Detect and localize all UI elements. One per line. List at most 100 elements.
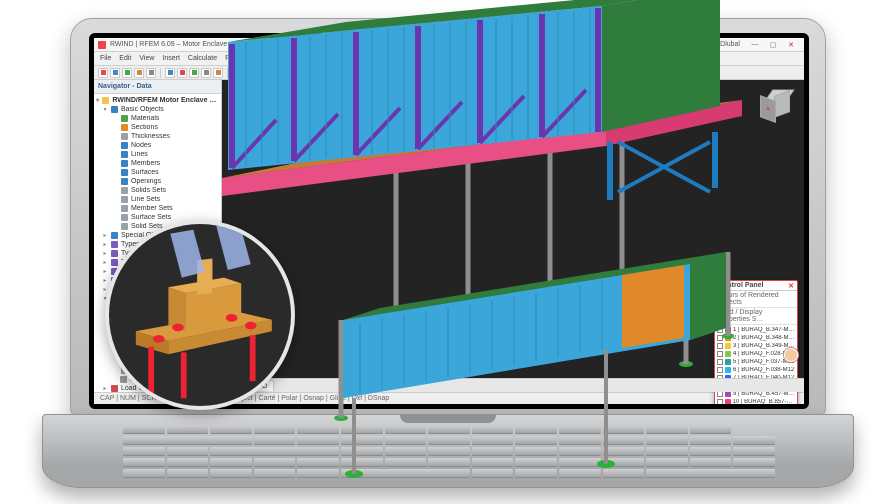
menu-help[interactable]: Help (346, 55, 360, 62)
toolbar-button[interactable] (414, 68, 424, 78)
checkbox-icon[interactable] (717, 351, 723, 357)
minimize-button[interactable]: — (746, 39, 764, 51)
maximize-button[interactable]: ▢ (764, 39, 782, 51)
tree-item[interactable]: ▸Types for Special Objects (96, 285, 219, 294)
toolbar-button[interactable] (244, 68, 254, 78)
toolbar-button[interactable] (299, 68, 309, 78)
color-row[interactable]: 3 | BURAQ_B.349-M12 (717, 342, 795, 350)
checkbox-icon[interactable] (717, 343, 723, 349)
tree-item[interactable]: Solids Sets (96, 186, 219, 195)
toolbar-button[interactable] (335, 68, 345, 78)
toolbar-button[interactable] (347, 68, 357, 78)
twisty-icon[interactable]: ▸ (102, 241, 108, 248)
menu-results[interactable]: Results (225, 55, 248, 62)
twisty-icon[interactable]: ▸ (102, 250, 108, 257)
tree-item[interactable]: ▸Types for Nodes (96, 240, 219, 249)
user-label[interactable]: 👤 Phillip Gensner DE | Dlubal (644, 41, 740, 49)
tree-item[interactable]: Stability Analysis Settings (96, 366, 219, 375)
tree-item[interactable]: ▸Load Wizards (96, 384, 219, 392)
menu-calculate[interactable]: Calculate (188, 55, 217, 62)
menu-window[interactable]: Window (313, 55, 338, 62)
twisty-icon[interactable]: ▸ (102, 385, 108, 392)
tree-item[interactable]: ▸Types for Lines (96, 249, 219, 258)
toolbar-button[interactable] (433, 68, 443, 78)
toolbar-button[interactable] (323, 68, 333, 78)
toolbar-button[interactable] (201, 68, 211, 78)
toolbar-button[interactable] (366, 68, 376, 78)
navigator-tree[interactable]: ▾ RWIND/RFEM Motor Enclave – for Dlubal … (94, 94, 221, 392)
twisty-icon[interactable]: ▾ (102, 295, 108, 302)
menu-view[interactable]: View (139, 55, 154, 62)
toolbar-button[interactable] (378, 68, 388, 78)
tree-item[interactable]: Design Situations (96, 321, 219, 330)
tree-item[interactable]: ▸Special Objects (96, 231, 219, 240)
tree-item[interactable]: Members (96, 159, 219, 168)
color-row[interactable]: 5 | BURAQ_F.037-M12 (717, 358, 795, 366)
control-panel-close-icon[interactable]: ✕ (788, 282, 794, 290)
tree-item[interactable]: Member Sets (96, 204, 219, 213)
tree-item[interactable]: Nodes (96, 141, 219, 150)
toolbar-button[interactable] (177, 68, 187, 78)
tree-item[interactable]: Load Cases (96, 303, 219, 312)
toolbar-button[interactable] (256, 68, 266, 78)
menu-file[interactable]: File (100, 55, 111, 62)
tree-item[interactable]: ▾Basic Objects (96, 105, 219, 114)
toolbar-button[interactable] (457, 68, 467, 78)
tree-item[interactable]: ▸Types for Surfaces (96, 267, 219, 276)
checkbox-icon[interactable] (717, 327, 723, 333)
toolbar-button[interactable] (146, 68, 156, 78)
toolbar-button[interactable] (165, 68, 175, 78)
navigator-tab[interactable]: Navigator - Data (94, 80, 221, 94)
checkbox-icon[interactable] (717, 399, 723, 404)
color-row[interactable]: 6 | BURAQ_F.038-M12 (717, 366, 795, 374)
twisty-icon[interactable]: ▾ (102, 106, 108, 113)
tree-item[interactable]: Line Sets (96, 195, 219, 204)
twisty-icon[interactable]: ▾ (96, 97, 99, 104)
toolbar-button[interactable] (110, 68, 120, 78)
twisty-icon[interactable]: ▸ (102, 259, 108, 266)
tree-item[interactable]: Solid Sets (96, 222, 219, 231)
toolbar-button[interactable] (280, 68, 290, 78)
toolbar-button[interactable] (445, 68, 455, 78)
tree-item[interactable]: Static Analysis Settings (96, 357, 219, 366)
toolbar-button[interactable] (189, 68, 199, 78)
search-input[interactable]: 🔍 Type a keyword (528, 40, 638, 50)
tree-item[interactable]: ▸Types for Solids (96, 276, 219, 285)
color-row[interactable]: 2 | BURAQ_B.348-M12 (717, 334, 795, 342)
menu-insert[interactable]: Insert (162, 55, 180, 62)
toolbar-button[interactable] (122, 68, 132, 78)
view-cube[interactable]: × (760, 88, 796, 124)
tree-item[interactable]: Openings (96, 177, 219, 186)
twisty-icon[interactable]: ▸ (102, 268, 108, 275)
twisty-icon[interactable]: ▸ (102, 232, 108, 239)
tree-item[interactable]: Load Combinations (96, 339, 219, 348)
checkbox-icon[interactable] (717, 335, 723, 341)
toolbar-button[interactable] (402, 68, 412, 78)
tree-item[interactable]: Sections (96, 123, 219, 132)
toolbar-button[interactable] (469, 68, 479, 78)
toolbar-button[interactable] (481, 68, 491, 78)
assistant-avatar[interactable] (784, 348, 798, 362)
menu-tools[interactable]: Tools (256, 55, 272, 62)
checkbox-icon[interactable] (717, 359, 723, 365)
tree-item[interactable]: Result Combinations (96, 348, 219, 357)
tree-item[interactable]: Surfaces (96, 168, 219, 177)
color-row[interactable]: 10 | BURAQ_B.857-M12 (717, 398, 795, 404)
toolbar-button[interactable] (98, 68, 108, 78)
toolbar-button[interactable] (311, 68, 321, 78)
tree-item[interactable]: Lines (96, 150, 219, 159)
tree-item[interactable]: ▸Types for Members (96, 258, 219, 267)
close-button[interactable]: ✕ (782, 39, 800, 51)
twisty-icon[interactable]: ▸ (102, 286, 108, 293)
twisty-icon[interactable]: ▸ (102, 277, 108, 284)
toolbar-button[interactable] (268, 68, 278, 78)
color-row[interactable]: 1 | BURAQ_B.347-M12 (717, 326, 795, 334)
tree-item[interactable]: Surface Sets (96, 213, 219, 222)
toolbar-button[interactable] (390, 68, 400, 78)
menu-options[interactable]: Options (281, 55, 305, 62)
checkbox-icon[interactable] (717, 367, 723, 373)
tree-item[interactable]: Action Combinations (96, 330, 219, 339)
tree-item[interactable]: ▾Load Cases & Combinations (96, 294, 219, 303)
tree-item[interactable]: Relationship Between Load Cases (96, 375, 219, 384)
toolbar-button[interactable] (213, 68, 223, 78)
